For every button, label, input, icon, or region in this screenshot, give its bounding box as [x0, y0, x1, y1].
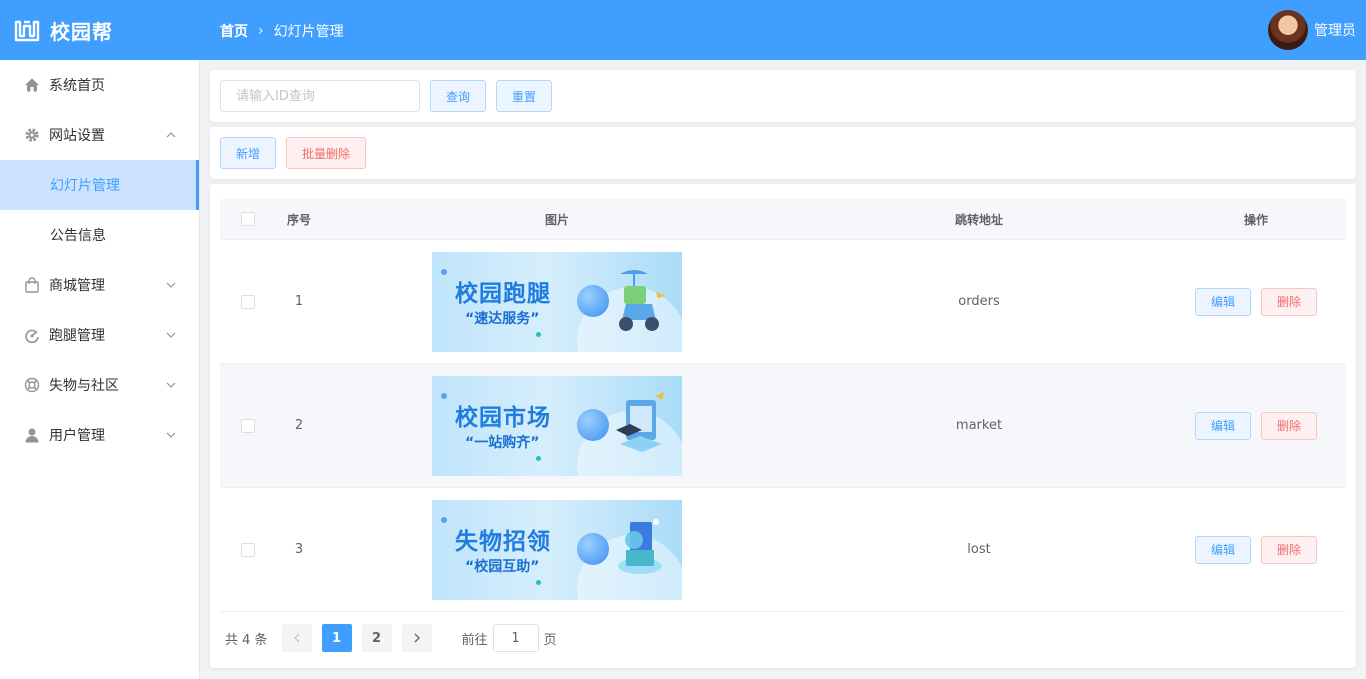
banner-subtitle: “一站购齐”: [465, 434, 540, 451]
banner-subtitle: “速达服务”: [465, 310, 540, 327]
pagination: 共 4 条 1 2 前往 页: [225, 624, 557, 652]
slides-table: 序号 图片 跳转地址 操作 1 校园跑腿 “速达服务” orders 编辑 删除…: [220, 199, 1346, 612]
lifebuoy-icon: [24, 377, 40, 393]
slide-image: 失物招领 “校园互助”: [432, 499, 682, 600]
chevron-right-icon: ›: [258, 23, 264, 39]
sidebar-item-home[interactable]: 系统首页: [0, 60, 199, 110]
chevron-down-icon: [166, 382, 176, 388]
chevron-down-icon: [166, 432, 176, 438]
sidebar-item-label: 公告信息: [50, 228, 106, 244]
banner-subtitle: “校园互助”: [465, 558, 540, 575]
row-url: orders: [958, 294, 1000, 309]
search-input[interactable]: [220, 80, 420, 112]
goto-suffix: 页: [543, 632, 557, 648]
sidebar-item-label: 商城管理: [49, 278, 105, 294]
prev-page-button[interactable]: [281, 624, 312, 652]
table-row: 3 失物招领 “校园互助” lost 编辑 删除: [220, 488, 1346, 612]
goto-page-input[interactable]: [492, 624, 539, 652]
row-checkbox[interactable]: [241, 294, 255, 309]
sidebar-item-label: 用户管理: [49, 428, 105, 444]
row-no: 2: [294, 418, 304, 433]
sidebar-item-slides[interactable]: 幻灯片管理: [0, 160, 199, 210]
sidebar-item-label: 跑腿管理: [49, 328, 105, 344]
row-no: 1: [294, 294, 304, 309]
shopping-bag-icon: [25, 277, 39, 293]
sidebar-item-label: 失物与社区: [49, 378, 119, 394]
row-checkbox[interactable]: [241, 542, 255, 557]
query-button[interactable]: 查询: [430, 80, 486, 112]
row-url: lost: [967, 542, 991, 557]
edit-button[interactable]: 编辑: [1195, 535, 1251, 564]
sidebar-item-users[interactable]: 用户管理: [0, 410, 199, 460]
chevron-up-icon: [166, 132, 176, 138]
breadcrumb-home[interactable]: 首页: [220, 21, 248, 41]
user-menu[interactable]: 管理员: [1268, 10, 1356, 50]
app-logo[interactable]: 校园帮: [14, 16, 113, 44]
search-box-icon: [618, 518, 662, 574]
sidebar-item-site-settings[interactable]: 网站设置: [0, 110, 199, 160]
banner-title: 校园跑腿: [455, 280, 551, 307]
delete-button[interactable]: 删除: [1261, 411, 1317, 440]
next-page-button[interactable]: [401, 624, 432, 652]
sidebar: 系统首页 网站设置 幻灯片管理 公告信息 商城管理 跑腿管理 失物与社区 用户管…: [0, 60, 200, 679]
select-all-checkbox[interactable]: [241, 212, 255, 226]
user-name[interactable]: 管理员: [1314, 20, 1356, 40]
breadcrumb: 首页 › 幻灯片管理: [220, 21, 344, 41]
header-no: 序号: [286, 212, 311, 227]
row-no: 3: [294, 542, 304, 557]
header-ops: 操作: [1243, 212, 1268, 227]
row-url: market: [955, 418, 1003, 433]
chevron-left-icon: [293, 633, 300, 643]
sidebar-item-errands[interactable]: 跑腿管理: [0, 310, 199, 360]
slide-image: 校园跑腿 “速达服务”: [432, 251, 682, 352]
chevron-down-icon: [166, 282, 176, 288]
breadcrumb-current: 幻灯片管理: [273, 24, 344, 40]
page-button-1[interactable]: 1: [321, 624, 352, 652]
sidebar-item-shop[interactable]: 商城管理: [0, 260, 199, 310]
top-header: 校园帮 首页 › 幻灯片管理 管理员: [0, 0, 1366, 60]
goto-page: 前往 页: [462, 624, 557, 652]
header-image: 图片: [544, 212, 569, 227]
scooter-icon: [619, 269, 666, 331]
total-count: 共 4 条: [225, 632, 268, 648]
table-card: 序号 图片 跳转地址 操作 1 校园跑腿 “速达服务” orders 编辑 删除…: [210, 184, 1356, 668]
logo-icon: [14, 20, 40, 42]
sidebar-item-label: 网站设置: [49, 128, 105, 144]
user-icon: [25, 428, 39, 443]
sidebar-item-label: 系统首页: [49, 78, 105, 94]
table-row: 1 校园跑腿 “速达服务” orders 编辑 删除: [220, 240, 1346, 364]
sidebar-item-notices[interactable]: 公告信息: [0, 210, 199, 260]
edit-button[interactable]: 编辑: [1195, 411, 1251, 440]
table-header: 序号 图片 跳转地址 操作: [220, 199, 1346, 240]
sidebar-item-lost-community[interactable]: 失物与社区: [0, 360, 199, 410]
table-row: 2 校园市场 “一站购齐” market 编辑 删除: [220, 364, 1346, 488]
action-bar: 新增 批量删除: [210, 127, 1356, 179]
header-url: 跳转地址: [954, 212, 1003, 227]
sidebar-item-label: 幻灯片管理: [50, 178, 120, 194]
batch-delete-button[interactable]: 批量删除: [286, 137, 366, 169]
banner-title: 失物招领: [455, 528, 551, 555]
page-button-2[interactable]: 2: [361, 624, 392, 652]
reset-button[interactable]: 重置: [496, 80, 552, 112]
chevron-right-icon: [414, 633, 420, 643]
search-bar: 查询 重置: [210, 70, 1356, 122]
avatar[interactable]: [1268, 10, 1308, 50]
row-checkbox[interactable]: [241, 418, 255, 433]
store-icon: [616, 391, 664, 452]
gauge-icon: [25, 329, 39, 343]
delete-button[interactable]: 删除: [1261, 535, 1317, 564]
goto-prefix: 前往: [461, 632, 488, 648]
app-name: 校园帮: [50, 19, 113, 44]
add-button[interactable]: 新增: [220, 137, 276, 169]
delete-button[interactable]: 删除: [1261, 287, 1317, 316]
gear-icon: [25, 128, 39, 142]
chevron-down-icon: [166, 332, 176, 338]
edit-button[interactable]: 编辑: [1195, 287, 1251, 316]
banner-title: 校园市场: [455, 404, 551, 431]
home-icon: [25, 78, 39, 92]
slide-image: 校园市场 “一站购齐”: [432, 375, 682, 476]
